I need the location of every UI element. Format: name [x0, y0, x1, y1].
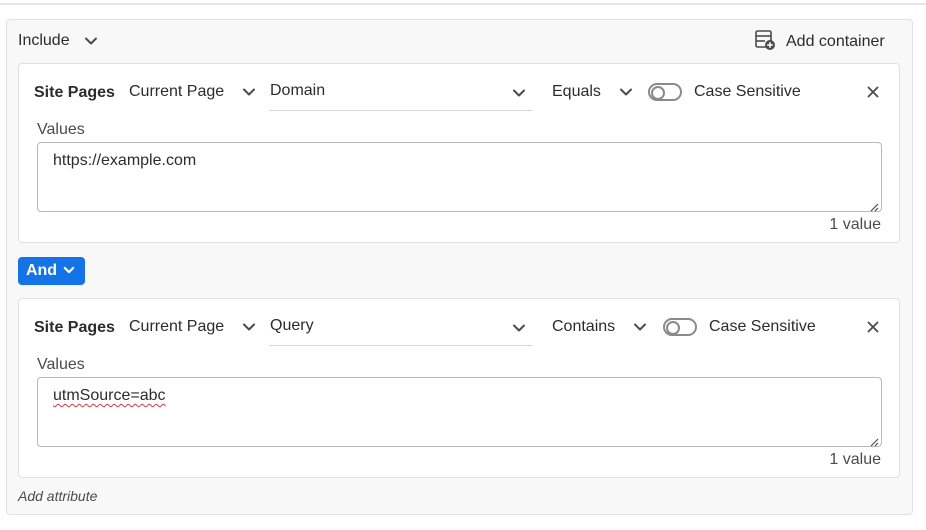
case-sensitive-label: Case Sensitive: [694, 83, 801, 100]
and-label: And: [25, 262, 58, 279]
case-sensitive-toggle[interactable]: Case Sensitive: [648, 83, 801, 101]
operator-dropdown[interactable]: Equals: [552, 83, 633, 101]
resize-handle-icon[interactable]: [869, 199, 879, 212]
value-count: 1 value: [829, 216, 881, 233]
chevron-down-icon: [242, 85, 256, 99]
value-count: 1 value: [829, 451, 881, 468]
operator-dropdown[interactable]: Contains: [552, 318, 647, 336]
case-sensitive-toggle[interactable]: Case Sensitive: [663, 318, 816, 336]
add-attribute-link[interactable]: Add attribute: [18, 488, 97, 504]
chevron-down-icon: [512, 321, 526, 335]
field-picker[interactable]: Domain: [269, 74, 532, 111]
add-container-icon: [754, 29, 776, 56]
rule-card: Site Pages Current Page Query Contains C…: [18, 298, 900, 478]
and-operator-button[interactable]: And: [18, 257, 85, 285]
chevron-down-icon: [619, 85, 633, 99]
rule-row: Site Pages Current Page Query Contains C…: [19, 299, 899, 355]
close-icon[interactable]: [865, 84, 881, 100]
field-picker[interactable]: Query: [269, 309, 532, 346]
values-label: Values: [37, 356, 85, 373]
field-label: Query: [270, 317, 314, 334]
case-sensitive-label: Case Sensitive: [709, 318, 816, 335]
add-container-label: Add container: [786, 33, 885, 50]
toggle-knob: [651, 86, 665, 100]
scope-label: Current Page: [129, 83, 225, 100]
operator-label: Equals: [552, 83, 601, 100]
value-text: https://example.com: [53, 152, 197, 169]
include-dropdown[interactable]: Include: [18, 31, 98, 51]
operator-label: Contains: [552, 318, 616, 335]
include-label: Include: [18, 32, 70, 49]
add-container-button[interactable]: Add container: [754, 29, 885, 56]
close-icon[interactable]: [865, 319, 881, 335]
toggle-switch[interactable]: [648, 83, 682, 101]
chevron-down-icon: [63, 264, 77, 278]
toggle-switch[interactable]: [663, 318, 697, 336]
field-label: Domain: [270, 82, 326, 99]
chevron-down-icon: [242, 320, 256, 334]
toggle-knob: [666, 321, 680, 335]
value-text: utmSource=abc: [53, 387, 166, 404]
attribute-name: Site Pages: [34, 84, 115, 101]
scope-dropdown[interactable]: Current Page: [129, 83, 256, 101]
chevron-down-icon: [633, 320, 647, 334]
rule-row: Site Pages Current Page Domain Equals Ca…: [19, 64, 899, 120]
chevron-down-icon: [84, 34, 98, 48]
scope-label: Current Page: [129, 318, 225, 335]
attribute-name: Site Pages: [34, 319, 115, 336]
values-textarea[interactable]: utmSource=abc: [37, 377, 882, 447]
values-textarea[interactable]: https://example.com: [37, 142, 882, 212]
top-divider: [0, 3, 926, 5]
scope-dropdown[interactable]: Current Page: [129, 318, 256, 336]
resize-handle-icon[interactable]: [869, 434, 879, 447]
chevron-down-icon: [512, 86, 526, 100]
rule-card: Site Pages Current Page Domain Equals Ca…: [18, 63, 900, 243]
values-label: Values: [37, 121, 85, 138]
